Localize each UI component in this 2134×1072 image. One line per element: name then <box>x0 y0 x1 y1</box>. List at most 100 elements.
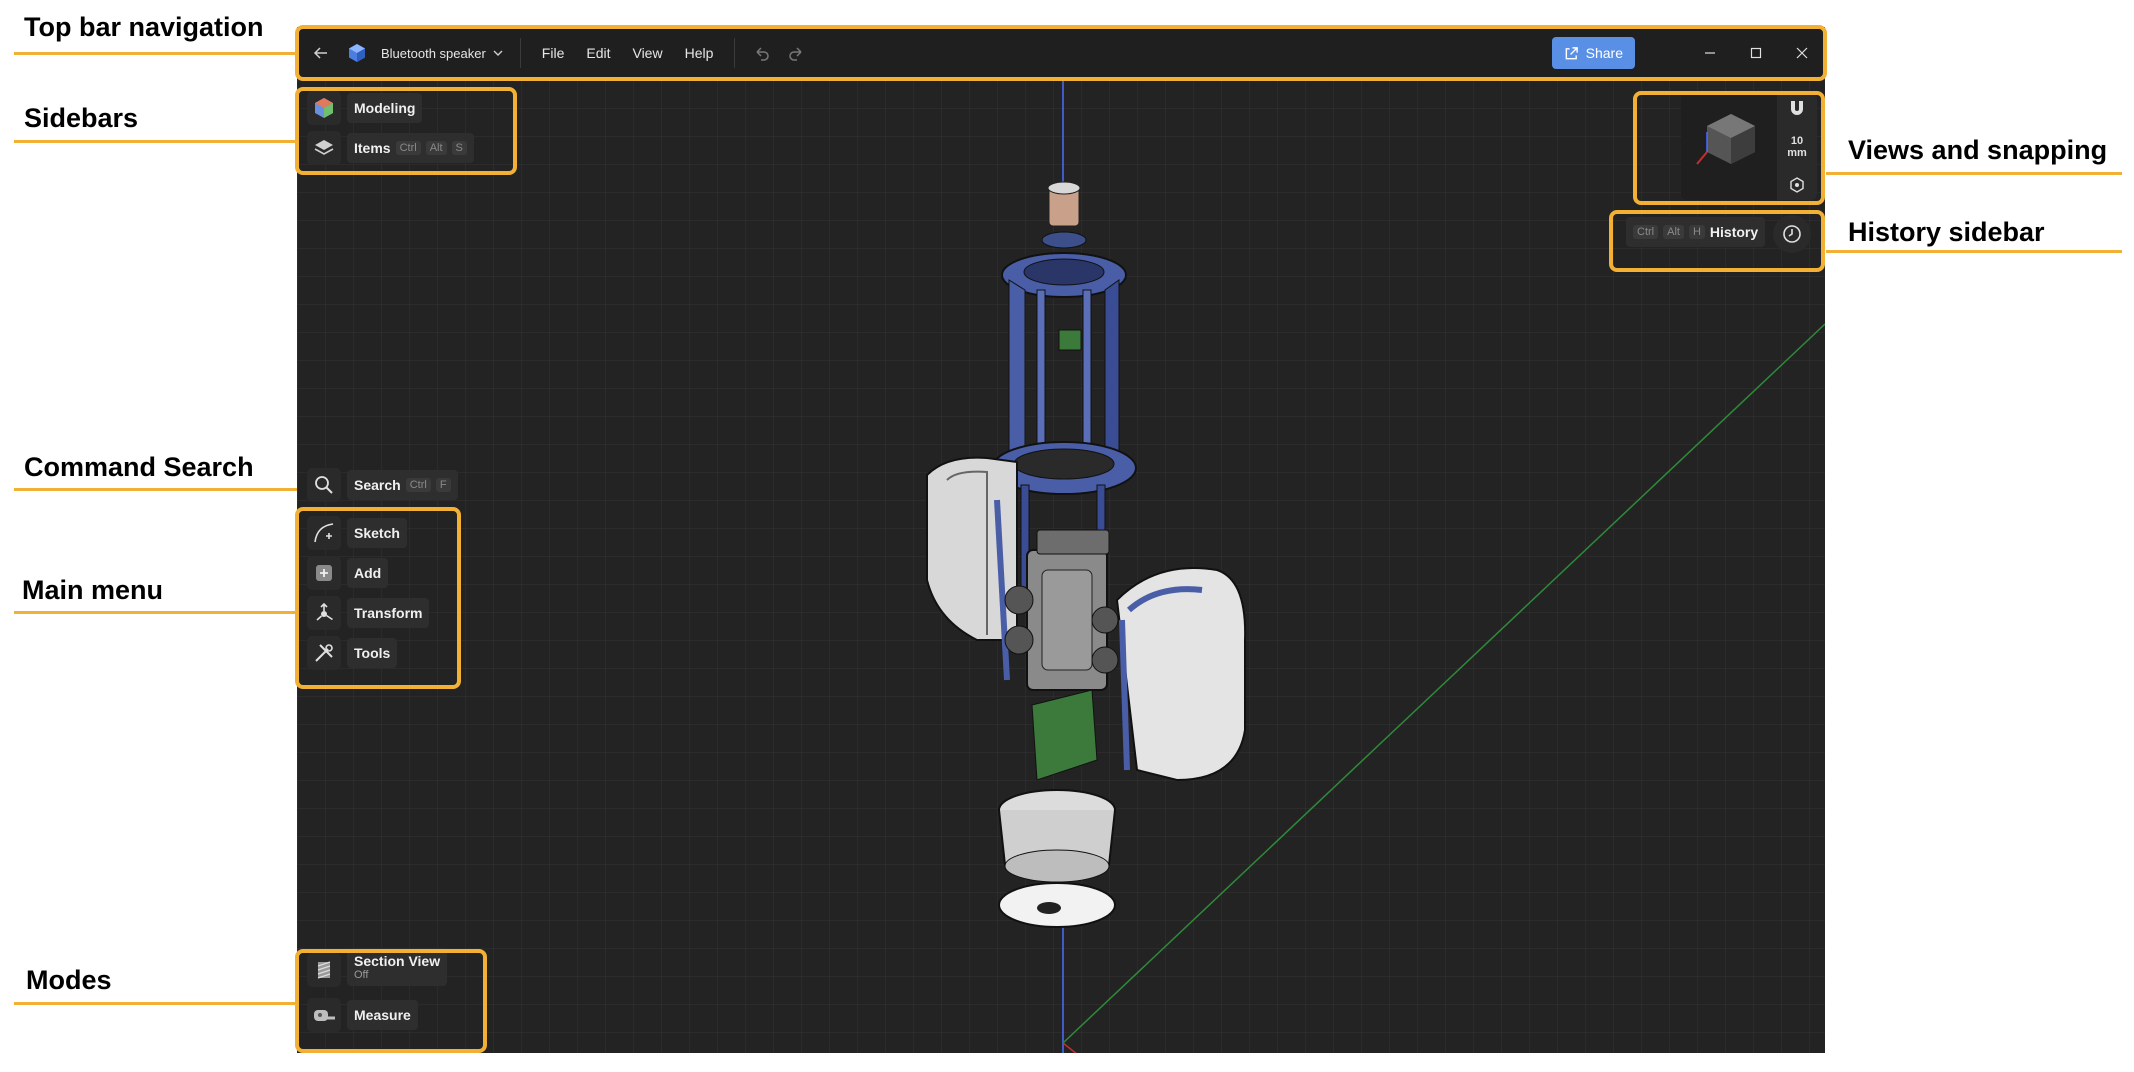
annotation-line <box>14 52 298 55</box>
redo-icon <box>789 47 802 61</box>
clock-icon <box>1783 225 1801 243</box>
tools-button[interactable] <box>307 636 341 670</box>
section-view-label[interactable]: Section View Off <box>347 948 448 986</box>
section-view-text: Section View <box>354 953 441 969</box>
annotation-line <box>14 488 298 491</box>
add-text: Add <box>354 565 382 581</box>
close-icon <box>1796 47 1808 59</box>
shortcut-key: S <box>451 141 467 155</box>
modeling-sidebar-button[interactable] <box>307 91 341 125</box>
items-sidebar-button[interactable] <box>307 131 341 165</box>
undo-icon <box>756 47 770 61</box>
tools-label[interactable]: Tools <box>347 638 398 668</box>
magnet-icon[interactable] <box>1787 98 1807 118</box>
annotation-main-menu: Main menu <box>22 575 164 605</box>
top-bar: Bluetooth speaker File Edit View Help Sh… <box>297 27 1825 80</box>
search-label[interactable]: Search Ctrl F <box>347 470 458 500</box>
divider <box>519 38 521 68</box>
menu-view[interactable]: View <box>621 39 673 67</box>
sketch-label[interactable]: Sketch <box>347 518 407 548</box>
snapping-column: 10 mm <box>1777 92 1817 200</box>
sketch-button[interactable] <box>307 516 341 550</box>
tools-icon <box>315 644 333 662</box>
shortcut-key: Ctrl <box>405 478 431 492</box>
snap-distance[interactable]: 10 mm <box>1787 135 1807 159</box>
menu-edit[interactable]: Edit <box>575 39 621 67</box>
minimize-button[interactable] <box>1687 33 1733 73</box>
annotation-sidebars: Sidebars <box>24 103 139 133</box>
back-button[interactable] <box>301 33 341 73</box>
history-button[interactable] <box>1773 215 1811 253</box>
menu-file[interactable]: File <box>531 39 576 67</box>
section-view-button[interactable] <box>307 953 341 987</box>
modeling-cube-icon <box>315 98 333 118</box>
section-view-state: Off <box>354 969 369 981</box>
divider <box>734 38 736 68</box>
search-button[interactable] <box>307 468 341 502</box>
share-button[interactable]: Share <box>1551 37 1635 69</box>
transform-icon <box>316 602 333 621</box>
axis-x <box>1062 1042 1077 1053</box>
maximize-icon <box>1750 47 1762 59</box>
history-label[interactable]: Ctrl Alt H History <box>1626 217 1766 247</box>
items-text: Items <box>354 140 391 156</box>
undo-button[interactable] <box>745 36 779 70</box>
sketch-arc-icon <box>314 523 334 543</box>
modeling-label[interactable]: Modeling <box>347 93 423 123</box>
annotation-line <box>14 1002 298 1005</box>
app-window: Bluetooth speaker File Edit View Help Sh… <box>297 27 1825 1053</box>
search-icon <box>315 476 333 494</box>
measure-label[interactable]: Measure <box>347 1000 418 1030</box>
snap-object-icon[interactable] <box>1788 176 1806 194</box>
shortcut-key: F <box>435 478 451 492</box>
annotation-line <box>1826 250 2122 253</box>
redo-button[interactable] <box>779 36 813 70</box>
annotation-top-bar: Top bar navigation <box>24 12 264 42</box>
view-panel: 10 mm <box>1681 92 1817 200</box>
speaker-model[interactable] <box>926 181 1247 928</box>
shortcut-key: Alt <box>1663 225 1684 239</box>
annotation-views-snapping: Views and snapping <box>1848 135 2108 165</box>
share-icon <box>1565 46 1578 59</box>
measure-text: Measure <box>354 1007 411 1023</box>
share-label: Share <box>1585 45 1623 61</box>
snap-value: 10 <box>1790 135 1804 147</box>
3d-viewport[interactable]: Modeling Items Ctrl Alt S Search Ctrl F … <box>297 80 1825 1053</box>
add-box-icon <box>316 565 332 581</box>
annotation-modes: Modes <box>26 965 112 995</box>
chevron-down-icon <box>493 50 503 56</box>
section-view-icon <box>317 961 331 979</box>
add-button[interactable] <box>307 556 341 590</box>
document-name: Bluetooth speaker <box>381 45 486 61</box>
menu-help[interactable]: Help <box>674 39 725 67</box>
annotation-line <box>14 140 298 143</box>
add-label[interactable]: Add <box>347 558 389 588</box>
shortcut-key: Ctrl <box>1633 225 1659 239</box>
shortcut-key: Ctrl <box>395 141 421 155</box>
annotation-history-sidebar: History sidebar <box>1848 217 2045 247</box>
sketch-text: Sketch <box>354 525 400 541</box>
items-label[interactable]: Items Ctrl Alt S <box>347 133 474 163</box>
transform-button[interactable] <box>307 596 341 630</box>
model-canvas[interactable] <box>297 80 1825 1053</box>
maximize-button[interactable] <box>1733 33 1779 73</box>
annotation-line <box>1826 172 2122 175</box>
measure-button[interactable] <box>307 998 341 1032</box>
tape-measure-icon <box>314 1010 335 1021</box>
view-cube-icon[interactable] <box>1683 92 1773 200</box>
shortcut-key: Alt <box>425 141 447 155</box>
history-text: History <box>1709 224 1759 240</box>
shortcut-key: H <box>1688 225 1705 239</box>
transform-text: Transform <box>354 605 423 621</box>
layers-icon <box>314 140 334 155</box>
close-button[interactable] <box>1779 33 1825 73</box>
tools-text: Tools <box>354 645 391 661</box>
document-name-dropdown[interactable]: Bluetooth speaker <box>375 42 510 65</box>
annotation-command-search: Command Search <box>24 452 254 482</box>
app-logo-icon <box>345 41 369 65</box>
transform-label[interactable]: Transform <box>347 598 430 628</box>
back-arrow-icon <box>313 47 327 59</box>
annotation-line <box>14 611 298 614</box>
search-text: Search <box>354 477 401 493</box>
modeling-text: Modeling <box>354 100 416 116</box>
